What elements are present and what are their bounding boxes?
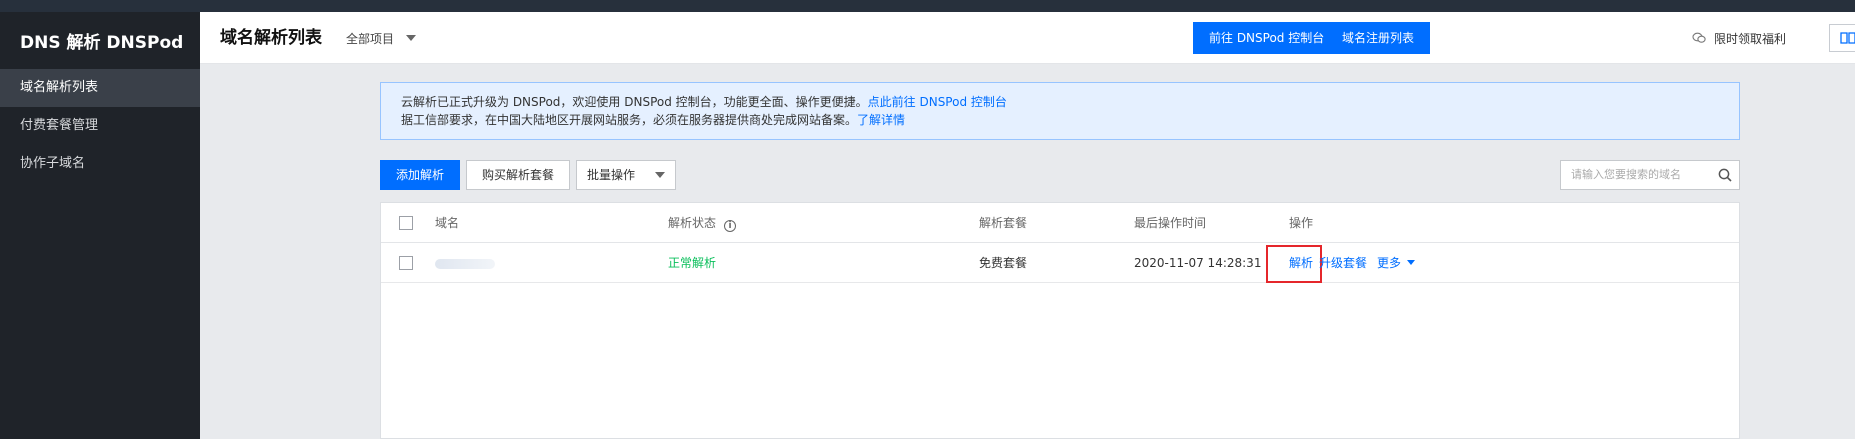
upgrade-package-link[interactable]: 升级套餐 bbox=[1319, 243, 1367, 283]
page-title: 域名解析列表 bbox=[220, 28, 322, 48]
project-select[interactable]: 全部项目 bbox=[346, 12, 417, 64]
notice-line-1-text: 云解析已正式升级为 DNSPod，欢迎使用 DNSPod 控制台，功能更全面、操… bbox=[401, 95, 868, 109]
package-name: 免费套餐 bbox=[979, 256, 1028, 270]
notice-line-2: 据工信部要求，在中国大陆地区开展网站服务，必须在服务器提供商处完成网站备案。了解… bbox=[401, 111, 1739, 129]
sidebar: DNS 解析 DNSPod 域名解析列表 付费套餐管理 协作子域名 bbox=[0, 12, 200, 439]
domain-table: 域名 解析状态 i 解析套餐 最后操作时间 操作 正常解析 免费套餐 2020-1… bbox=[380, 202, 1740, 439]
welfare-link[interactable]: 限时领取福利 bbox=[1692, 12, 1786, 64]
upgrade-notice: 云解析已正式升级为 DNSPod，欢迎使用 DNSPod 控制台，功能更全面、操… bbox=[380, 82, 1740, 140]
notice-line-1: 云解析已正式升级为 DNSPod，欢迎使用 DNSPod 控制台，功能更全面、操… bbox=[401, 93, 1739, 111]
brand-title: DNS 解析 DNSPod bbox=[20, 33, 184, 53]
chat-icon bbox=[1692, 32, 1706, 43]
column-last-op-time: 最后操作时间 bbox=[1134, 216, 1207, 230]
info-icon[interactable]: i bbox=[724, 220, 737, 232]
search-icon[interactable] bbox=[1718, 168, 1732, 182]
learn-more-link[interactable]: 了解详情 bbox=[857, 113, 905, 127]
chevron-down-icon bbox=[655, 172, 665, 178]
project-select-label: 全部项目 bbox=[346, 31, 395, 46]
table-row: 正常解析 免费套餐 2020-11-07 14:28:31 解析 升级套餐 更多 bbox=[381, 243, 1739, 283]
sidebar-item-package-management[interactable]: 付费套餐管理 bbox=[0, 107, 200, 145]
docs-button[interactable] bbox=[1829, 24, 1855, 52]
batch-operation-select[interactable]: 批量操作 bbox=[576, 160, 676, 190]
column-actions: 操作 bbox=[1289, 216, 1314, 230]
main-content: 云解析已正式升级为 DNSPod，欢迎使用 DNSPod 控制台，功能更全面、操… bbox=[200, 64, 1855, 439]
add-record-button[interactable]: 添加解析 bbox=[380, 160, 460, 190]
resolve-link[interactable]: 解析 bbox=[1289, 243, 1313, 283]
column-status-label: 解析状态 bbox=[668, 216, 717, 230]
domain-register-list-button[interactable]: 域名注册列表 bbox=[1326, 22, 1431, 54]
go-dnspod-link[interactable]: 点此前往 DNSPod 控制台 bbox=[868, 95, 1007, 109]
notice-line-2-text: 据工信部要求，在中国大陆地区开展网站服务，必须在服务器提供商处完成网站备案。 bbox=[401, 113, 858, 127]
search-input[interactable]: 请输入您要搜索的域名 bbox=[1560, 160, 1740, 190]
select-all-checkbox[interactable] bbox=[399, 216, 413, 230]
sidebar-item-domain-list[interactable]: 域名解析列表 bbox=[0, 69, 200, 107]
welfare-label: 限时领取福利 bbox=[1714, 31, 1787, 46]
batch-operation-label: 批量操作 bbox=[587, 168, 636, 182]
top-strip bbox=[0, 0, 1855, 12]
chevron-down-icon bbox=[1407, 260, 1416, 265]
column-status: 解析状态 i bbox=[668, 203, 737, 243]
chevron-down-icon bbox=[406, 35, 417, 41]
column-package: 解析套餐 bbox=[979, 216, 1028, 230]
more-menu[interactable]: 更多 bbox=[1377, 243, 1416, 283]
book-icon bbox=[1840, 32, 1855, 44]
table-header: 域名 解析状态 i 解析套餐 最后操作时间 操作 bbox=[381, 203, 1739, 243]
domain-name-redacted[interactable] bbox=[435, 243, 495, 283]
more-label: 更多 bbox=[1377, 256, 1402, 270]
row-checkbox[interactable] bbox=[399, 256, 413, 270]
search-placeholder: 请输入您要搜索的域名 bbox=[1571, 168, 1681, 181]
last-op-time: 2020-11-07 14:28:31 bbox=[1134, 256, 1262, 270]
dnspod-console-button[interactable]: 前往 DNSPod 控制台 bbox=[1193, 22, 1341, 54]
column-domain: 域名 bbox=[435, 216, 460, 230]
header: 域名解析列表 全部项目 前往 DNSPod 控制台 域名注册列表 限时领取福利 bbox=[200, 12, 1855, 64]
sidebar-item-collab-subdomain[interactable]: 协作子域名 bbox=[0, 145, 200, 183]
status-badge: 正常解析 bbox=[668, 256, 717, 270]
buy-package-button[interactable]: 购买解析套餐 bbox=[466, 160, 570, 190]
